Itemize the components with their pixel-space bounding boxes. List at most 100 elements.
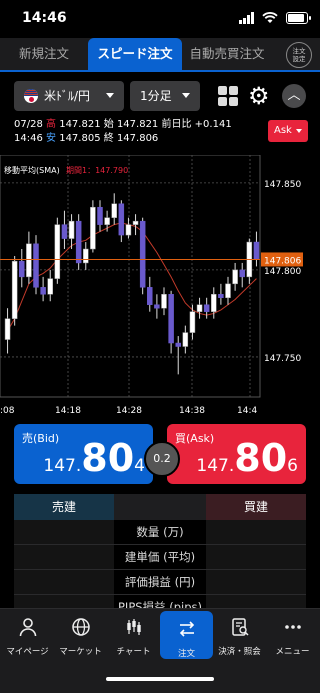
tab-auto-trade-order[interactable]: 自動売買注文 <box>182 38 272 70</box>
candle <box>118 203 125 236</box>
wifi-icon <box>262 12 278 23</box>
candle <box>4 318 11 340</box>
candle <box>90 206 96 250</box>
y-tick-label: 147.850 <box>264 180 301 190</box>
nav-label: メニュー <box>275 647 310 657</box>
bid-ask-label: Ask <box>274 125 292 136</box>
buy-ask-button[interactable]: 買(Ask) 147.806 <box>167 424 306 484</box>
order-settings-line1: 注文 <box>292 47 306 55</box>
nav-mypage[interactable]: マイページ <box>1 609 54 657</box>
tab-speed-order[interactable]: スピード注文 <box>88 38 182 70</box>
candle <box>83 248 89 264</box>
nav-menu[interactable]: メニュー <box>266 609 319 657</box>
sell-bid-button[interactable]: 売(Bid) 147.804 <box>14 424 153 484</box>
table-row: 評価損益 (円) <box>14 570 306 595</box>
order-tab-bar: 新規注文 スピード注文 自動売買注文 注文 設定 <box>0 38 320 70</box>
battery-icon <box>286 12 311 24</box>
candle <box>97 206 103 225</box>
status-icons <box>239 12 311 24</box>
nav-settlement[interactable]: 決済・照会 <box>213 609 266 657</box>
document-search-icon <box>231 618 249 636</box>
order-settings-line2: 設定 <box>292 55 306 63</box>
candle <box>11 260 18 319</box>
y-tick-label: 147.750 <box>264 354 301 364</box>
bid-price-prefix: 147. <box>43 456 82 476</box>
row-label-quantity: 数量 (万) <box>136 525 184 539</box>
quote-time: 14:46 <box>14 133 43 144</box>
row-label-unrealized-pnl: 評価損益 (円) <box>124 575 196 589</box>
candle <box>68 220 75 239</box>
candle <box>139 220 146 288</box>
candle <box>147 287 153 305</box>
status-bar: 14:46 <box>0 0 320 38</box>
candle <box>232 269 238 285</box>
quote-line-2: 14:46 安 147.805 終 147.806 <box>14 132 232 146</box>
ask-price-big: 80 <box>234 436 288 480</box>
gear-icon[interactable]: ⚙ <box>248 84 270 108</box>
close-label: 終 <box>103 133 114 144</box>
person-icon <box>19 618 36 637</box>
table-row: 数量 (万) <box>14 520 306 545</box>
quote-date: 07/28 <box>14 119 43 130</box>
candle <box>75 220 82 264</box>
buy-position-header: 買建 <box>206 494 306 520</box>
candle <box>189 311 196 333</box>
bid-price-big: 80 <box>81 436 135 480</box>
chevron-down-icon <box>296 129 302 133</box>
change-label: 前日比 <box>161 119 192 130</box>
low-label: 安 <box>46 133 57 144</box>
candle <box>161 294 167 309</box>
x-tick-label: 14:38 <box>179 406 205 416</box>
timeframe-select[interactable]: 1分足 <box>130 81 200 111</box>
tab-new-order[interactable]: 新規注文 <box>0 38 88 70</box>
open-label: 始 <box>103 119 114 130</box>
nav-label: マーケット <box>59 647 102 657</box>
candle <box>239 269 245 278</box>
collapse-chevron-up-icon[interactable]: ︿ <box>282 84 306 108</box>
close-value: 147.806 <box>116 133 159 144</box>
price-chart[interactable]: 147.806 147.850 147.800 147.750 :08 14:18 14… <box>0 155 320 417</box>
ask-price-prefix: 147. <box>196 456 235 476</box>
nav-label: 決済・照会 <box>218 647 261 657</box>
currency-pair-label: 米ﾄﾞﾙ/円 <box>44 89 91 103</box>
quote-info: 07/28 高 147.821 始 147.821 前日比 +0.141 14:… <box>14 118 232 146</box>
table-row: 建単価 (平均) <box>14 545 306 570</box>
nav-label: チャート <box>116 647 151 657</box>
candle <box>154 304 160 309</box>
ask-price-tail: 6 <box>287 456 298 476</box>
position-table: 数量 (万) 建単価 (平均) 評価損益 (円) PIPS損益 (pips) <box>14 520 306 620</box>
nav-market[interactable]: マーケット <box>54 609 107 657</box>
candle <box>54 224 61 279</box>
candlestick-chart-icon <box>126 619 141 635</box>
candle <box>196 304 203 312</box>
candle <box>111 203 117 218</box>
chevron-down-icon <box>106 93 114 98</box>
chevron-down-icon <box>182 93 190 98</box>
x-tick-label: 14:4 <box>237 406 257 416</box>
currency-pair-select[interactable]: 米ﾄﾞﾙ/円 <box>14 81 124 111</box>
grid-layout-icon[interactable] <box>218 86 238 106</box>
bid-ask-select[interactable]: Ask <box>268 120 308 142</box>
spread-badge: 0.2 <box>144 441 180 477</box>
high-value: 147.821 <box>59 119 101 130</box>
bid-price: 147.804 <box>43 436 145 480</box>
more-dots-icon <box>284 625 301 629</box>
nav-order[interactable]: 注文 <box>160 611 213 659</box>
sma-period-label: 期間1：147.790 <box>66 166 128 175</box>
row-label-avg-price: 建単価 (平均) <box>124 550 196 564</box>
candle <box>47 278 53 295</box>
candlestick-chart-svg: 147.806 147.850 147.800 147.750 :08 14:18 14… <box>0 155 303 416</box>
order-settings-button[interactable]: 注文 設定 <box>286 42 312 68</box>
x-tick-label: 14:18 <box>55 406 81 416</box>
nav-chart[interactable]: チャート <box>107 609 160 657</box>
tab-underline <box>0 70 320 72</box>
status-time: 14:46 <box>22 10 67 26</box>
x-tick-label: 14:28 <box>116 406 142 416</box>
quote-line-1: 07/28 高 147.821 始 147.821 前日比 +0.141 <box>14 118 232 132</box>
sell-position-header: 売建 <box>14 494 114 520</box>
candle <box>203 304 210 312</box>
candle <box>125 224 132 236</box>
candle <box>40 287 46 295</box>
candle <box>33 243 39 288</box>
candle <box>211 294 217 312</box>
